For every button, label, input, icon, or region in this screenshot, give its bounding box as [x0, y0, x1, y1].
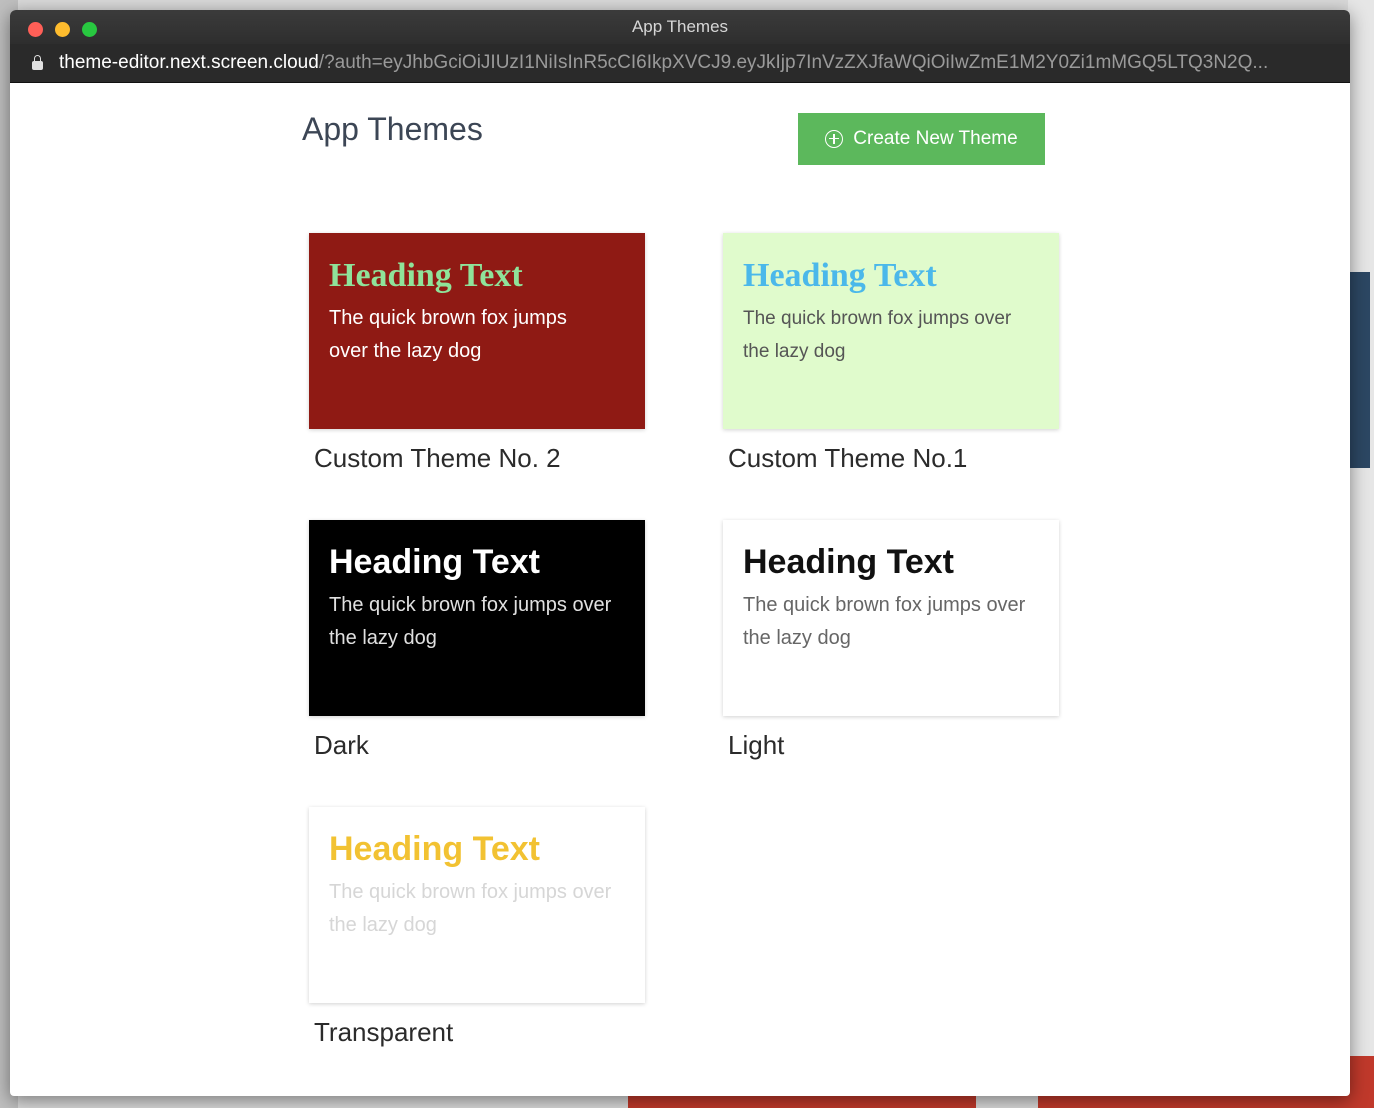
page-title: App Themes — [302, 111, 483, 147]
theme-name: Light — [728, 730, 785, 760]
title-bar: App Themes — [10, 10, 1350, 44]
preview-body: The quick brown fox jumps over the lazy … — [329, 594, 612, 650]
preview-body: The quick brown fox jumps over the lazy … — [743, 594, 1026, 650]
preview-body: The quick brown fox jumps over the lazy … — [329, 307, 567, 363]
preview-body: The quick brown fox jumps over the lazy … — [329, 881, 612, 937]
address-bar[interactable]: theme-editor.next.screen.cloud /?auth=ey… — [10, 44, 1350, 83]
create-new-theme-label: Create New Theme — [853, 128, 1018, 149]
theme-tile-light[interactable]: Heading Text The quick brown fox jumps o… — [723, 520, 1059, 761]
theme-preview[interactable]: Heading Text The quick brown fox jumps o… — [309, 520, 645, 716]
preview-heading: Heading Text — [329, 257, 523, 294]
theme-preview[interactable]: Heading Text The quick brown fox jumps o… — [723, 520, 1059, 716]
theme-preview[interactable]: Heading Text The quick brown fox jumps o… — [309, 233, 645, 429]
url-host: theme-editor.next.screen.cloud — [59, 52, 319, 73]
lock-icon — [32, 54, 43, 70]
page-content: App Themes Create New Theme Heading Text… — [10, 83, 1350, 1096]
preview-body: The quick brown fox jumps over the lazy … — [743, 308, 1012, 363]
browser-window: App Themes theme-editor.next.screen.clou… — [10, 10, 1350, 1096]
theme-name: Transparent — [314, 1017, 454, 1047]
window-title: App Themes — [631, 17, 729, 36]
theme-preview[interactable]: Heading Text The quick brown fox jumps o… — [723, 233, 1059, 429]
preview-heading: Heading Text — [329, 543, 540, 581]
theme-name: Dark — [314, 730, 369, 760]
theme-tile-custom-1[interactable]: Heading Text The quick brown fox jumps o… — [723, 233, 1059, 474]
theme-tile-custom-2[interactable]: Heading Text The quick brown fox jumps o… — [309, 233, 645, 474]
url-path: /?auth=eyJhbGciOiJIUzI1NiIsInR5cCI6IkpXV… — [318, 52, 1269, 73]
plus-circle-icon — [825, 130, 844, 148]
background-app-panel — [1348, 272, 1370, 468]
create-new-theme-button[interactable]: Create New Theme — [798, 113, 1045, 165]
close-window-button[interactable] — [28, 22, 43, 37]
minimize-window-button[interactable] — [55, 22, 70, 37]
theme-preview[interactable]: Heading Text The quick brown fox jumps o… — [309, 807, 645, 1003]
window-controls — [28, 22, 97, 37]
preview-heading: Heading Text — [329, 830, 540, 868]
theme-name: Custom Theme No. 2 — [314, 443, 561, 473]
background-app-right — [1348, 0, 1374, 1108]
theme-name: Custom Theme No.1 — [728, 443, 968, 473]
preview-heading: Heading Text — [743, 257, 937, 294]
maximize-window-button[interactable] — [82, 22, 97, 37]
background-app-strip — [628, 1094, 976, 1108]
theme-tile-dark[interactable]: Heading Text The quick brown fox jumps o… — [309, 520, 645, 761]
preview-heading: Heading Text — [743, 543, 954, 581]
theme-tile-transparent[interactable]: Heading Text The quick brown fox jumps o… — [309, 807, 645, 1048]
